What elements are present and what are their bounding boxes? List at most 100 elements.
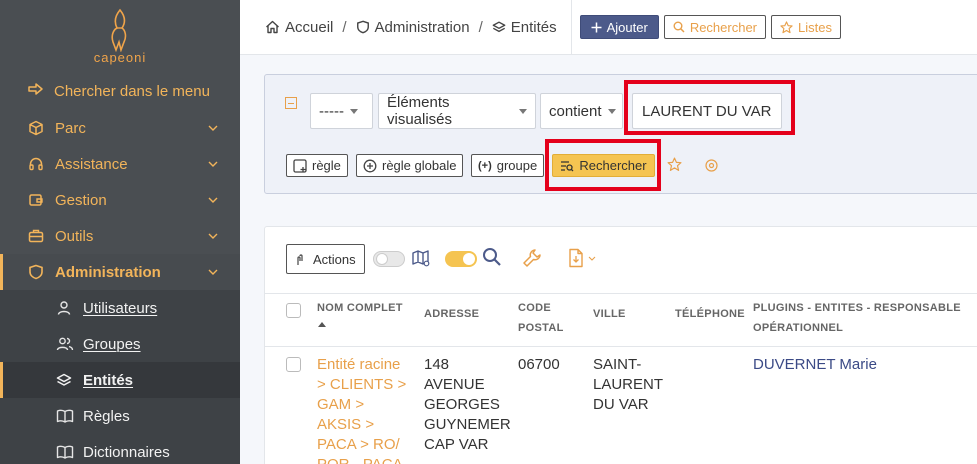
- map-toggle[interactable]: [373, 251, 405, 267]
- column-header-name[interactable]: NOM COMPLET: [317, 298, 403, 327]
- column-header-phone[interactable]: TÉLÉPHONE: [675, 304, 745, 324]
- save-search-star-icon[interactable]: [667, 157, 682, 172]
- address-line: 148: [424, 356, 450, 373]
- search-icon: [673, 21, 685, 33]
- row-checkbox[interactable]: [286, 357, 301, 372]
- breadcrumb-entites-label: Entités: [510, 18, 557, 36]
- search-icon[interactable]: [482, 247, 502, 267]
- shield-icon: [356, 20, 370, 34]
- criteria-field-select[interactable]: Éléments visualisés: [378, 93, 536, 129]
- sidebar-item-parc[interactable]: Parc: [0, 110, 240, 146]
- map-icon[interactable]: [411, 248, 431, 268]
- massive-actions-button[interactable]: Actions: [286, 244, 365, 274]
- book-open-icon: [56, 444, 74, 460]
- sidebar-subitem-groupes[interactable]: Groupes: [0, 326, 240, 362]
- reset-search-icon[interactable]: [705, 159, 718, 172]
- city-line: LAURENT: [593, 376, 664, 393]
- collapse-criteria-icon[interactable]: [285, 97, 297, 109]
- sidebar-item-label: Assistance: [55, 155, 128, 173]
- layers-icon: [492, 20, 506, 34]
- sidebar-subitem-label: Règles: [83, 407, 130, 425]
- address-line: GUYNEMER: [424, 416, 511, 433]
- star-icon: [780, 20, 793, 34]
- operator-select[interactable]: contient: [540, 93, 623, 129]
- add-rule-button[interactable]: règle: [286, 154, 348, 177]
- highlight-box-value: [624, 80, 795, 135]
- topbar: Accueil / Administration / Entités Ajout…: [240, 0, 977, 55]
- column-header-address[interactable]: ADRESSE: [424, 304, 479, 324]
- plus-icon: [591, 22, 602, 33]
- toggle-knob: [463, 253, 475, 265]
- entity-name-line: AKSIS >: [317, 416, 375, 433]
- add-global-rule-label: règle globale: [382, 158, 457, 173]
- sidebar-subitem-label: Utilisateurs: [83, 299, 158, 317]
- breadcrumb-separator: /: [478, 18, 483, 36]
- breadcrumb-separator: /: [342, 18, 347, 36]
- address-line: AVENUE: [424, 376, 485, 393]
- lists-button-label: Listes: [798, 19, 832, 35]
- arrow-right-to-bracket-icon: [28, 82, 46, 100]
- breadcrumb-home-label: Accueil: [285, 18, 334, 36]
- sidebar-item-administration[interactable]: Administration: [0, 254, 240, 290]
- search-criteria-panel: ----- Éléments visualisés contient LAURE…: [264, 74, 977, 194]
- wallet-icon: [28, 192, 46, 208]
- breadcrumb-home[interactable]: Accueil: [265, 19, 333, 36]
- sidebar-subitem-entites[interactable]: Entités: [0, 362, 240, 398]
- export-file-icon[interactable]: [567, 248, 597, 268]
- menu-search[interactable]: Chercher dans le menu: [0, 72, 240, 110]
- circle-plus-icon: [363, 159, 377, 173]
- menu-search-label: Chercher dans le menu: [54, 82, 210, 100]
- sidebar: capeoni Chercher dans le menu Parc Assis…: [0, 0, 240, 464]
- breadcrumb-administration[interactable]: Administration: [356, 19, 470, 36]
- field-link-value: -----: [319, 102, 344, 120]
- parentheses-plus-icon: (+): [478, 159, 492, 172]
- sidebar-subitem-label: Entités: [83, 371, 134, 389]
- results-table-header: NOM COMPLET ADRESSE CODE POSTAL VILLE TÉ…: [265, 293, 977, 347]
- sidebar-subitem-regles[interactable]: Règles: [0, 398, 240, 434]
- sort-ascending-icon: [318, 322, 326, 327]
- operator-value: contient: [549, 102, 602, 120]
- field-link-select[interactable]: -----: [310, 93, 373, 129]
- city-line: DU VAR: [593, 396, 649, 413]
- city-line: SAINT-: [593, 356, 642, 373]
- shield-icon: [28, 264, 46, 280]
- sidebar-item-gestion[interactable]: Gestion: [0, 182, 240, 218]
- logo[interactable]: capeoni: [0, 0, 240, 72]
- add-group-button[interactable]: (+) groupe: [471, 154, 545, 177]
- add-button[interactable]: Ajouter: [579, 15, 659, 39]
- breadcrumb-entites[interactable]: Entités: [492, 19, 557, 36]
- caret-down-icon: [607, 108, 616, 114]
- column-header-postal[interactable]: CODE POSTAL: [518, 298, 564, 338]
- chevron-down-icon: [208, 125, 218, 131]
- sidebar-subitem-label: Groupes: [83, 335, 141, 353]
- add-button-label: Ajouter: [606, 19, 648, 35]
- breadcrumb-administration-label: Administration: [374, 18, 470, 36]
- toggle-knob: [376, 253, 388, 265]
- chevron-down-icon: [208, 197, 218, 203]
- responsable-cell[interactable]: DUVERNET Marie: [753, 355, 877, 375]
- entity-name-line: GAM >: [317, 396, 365, 413]
- column-header-plugin[interactable]: PLUGINS - ENTITES - RESPONSABLE OPÉRATIO…: [753, 298, 961, 338]
- search-toggle[interactable]: [445, 251, 477, 267]
- sidebar-subitem-utilisateurs[interactable]: Utilisateurs: [0, 290, 240, 326]
- users-icon: [56, 336, 74, 352]
- address-line: CAP VAR: [424, 436, 489, 453]
- home-icon: [265, 20, 280, 34]
- sidebar-subitem-dictionnaires[interactable]: Dictionnaires: [0, 434, 240, 464]
- add-global-rule-button[interactable]: règle globale: [356, 154, 464, 177]
- lists-button[interactable]: Listes: [771, 15, 841, 39]
- wrench-icon[interactable]: [522, 248, 542, 268]
- column-header-city[interactable]: VILLE: [593, 304, 626, 324]
- box-icon: [28, 120, 46, 136]
- highlight-box-search: [545, 139, 661, 191]
- column-header-postal-line1: CODE: [518, 302, 551, 314]
- sidebar-item-assistance[interactable]: Assistance: [0, 146, 240, 182]
- entity-name-cell[interactable]: Entité racine > CLIENTS > GAM > AKSIS > …: [317, 355, 406, 464]
- search-toggle-button[interactable]: Rechercher: [663, 15, 767, 39]
- logo-mark-icon: [111, 8, 127, 52]
- entity-name-line: PACA > RO/: [317, 436, 400, 453]
- submenu-administration: Utilisateurs Groupes Entités Règles Dict…: [0, 290, 240, 464]
- book-icon: [56, 408, 74, 424]
- sidebar-item-outils[interactable]: Outils: [0, 218, 240, 254]
- select-all-checkbox[interactable]: [286, 303, 301, 318]
